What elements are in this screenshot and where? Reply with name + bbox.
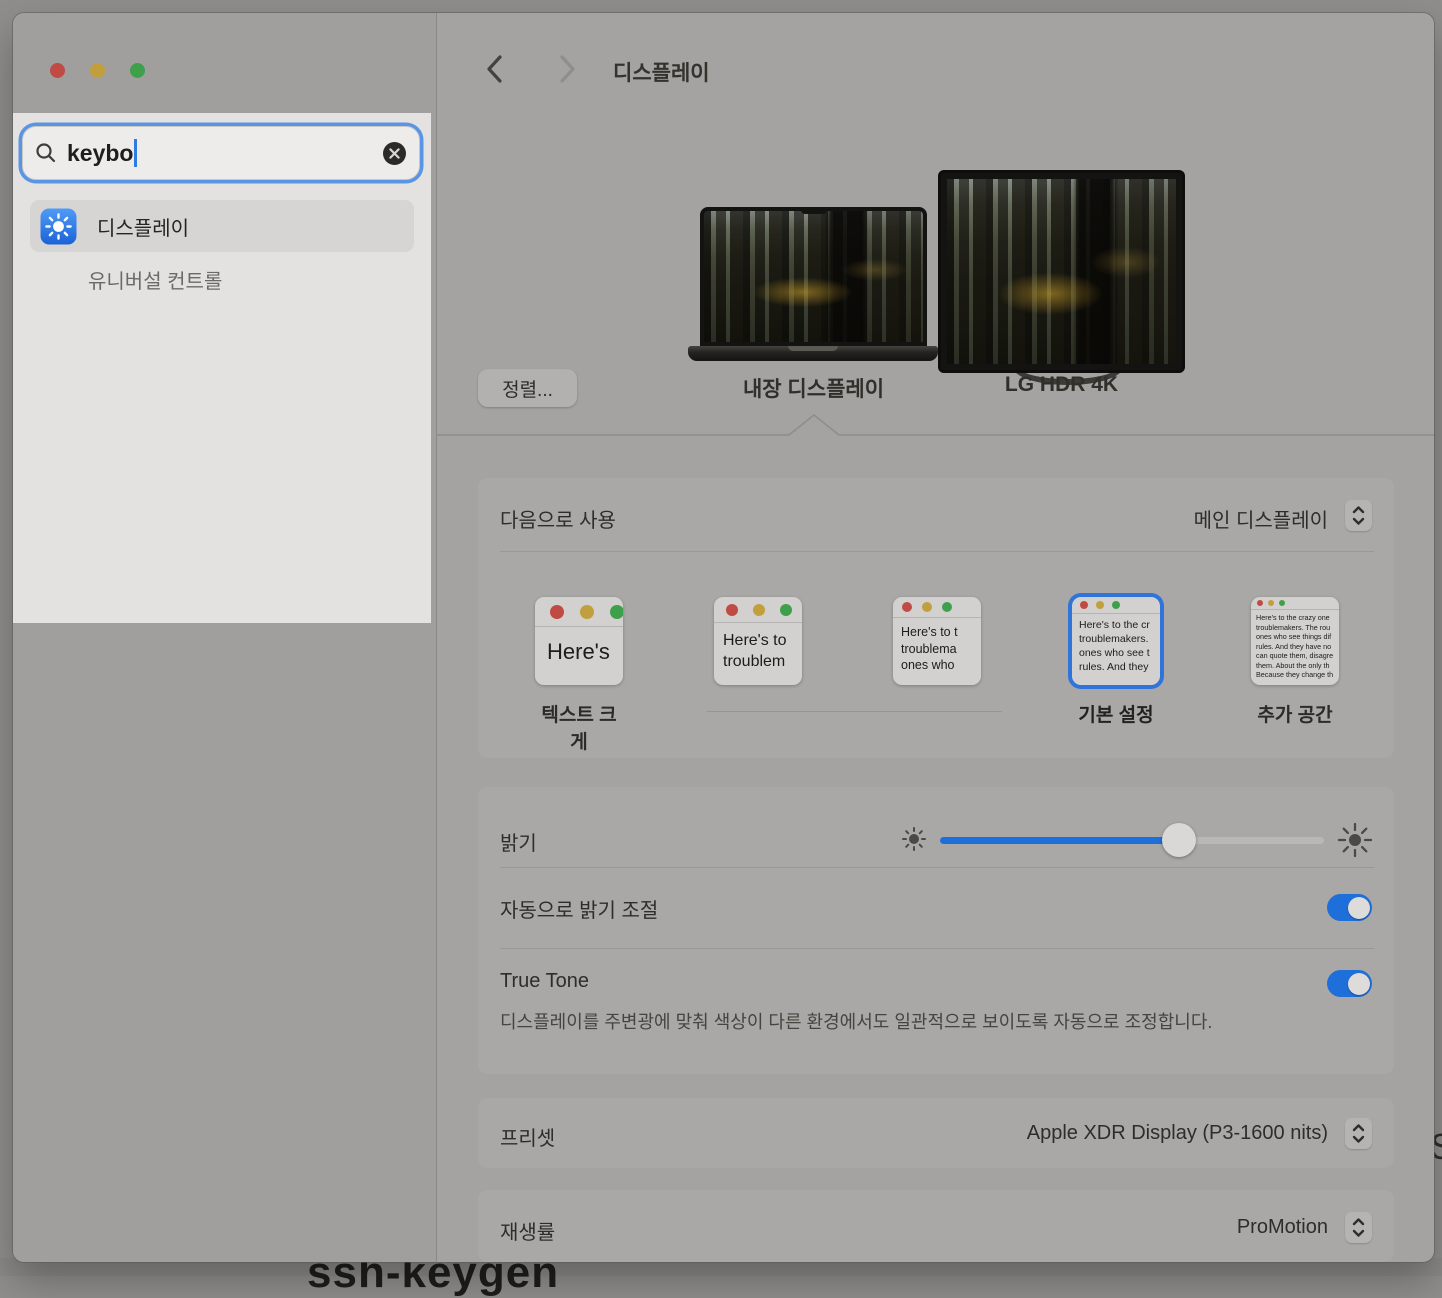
- system-settings-window: keybo: [13, 13, 1434, 1262]
- back-button[interactable]: [481, 53, 509, 85]
- display-brightness-icon: [40, 208, 77, 245]
- refresh-rate-dropdown[interactable]: [1345, 1212, 1372, 1243]
- toggle-knob: [1348, 973, 1370, 995]
- brightness-slider-fill: [940, 837, 1178, 844]
- divider: [500, 551, 1374, 552]
- laptop-base-notch: [788, 346, 838, 351]
- mini-minimize-icon: [1268, 600, 1274, 606]
- auto-brightness-toggle[interactable]: [1327, 894, 1372, 921]
- scaling-label-more-space: 추가 공간: [1243, 700, 1347, 727]
- scaling-option-more-space[interactable]: Here's to the crazy one troublemakers. T…: [1251, 597, 1339, 685]
- scaling-label-larger-text: 텍스트 크게: [535, 700, 623, 754]
- forward-button[interactable]: [553, 53, 581, 85]
- mini-zoom-icon: [1279, 600, 1285, 606]
- true-tone-label: True Tone: [500, 970, 589, 993]
- scaling-sample-text: Here's to t troublema ones who: [893, 618, 981, 674]
- scaling-option-2[interactable]: Here's to troublem: [714, 597, 802, 685]
- brightness-low-icon: [898, 823, 930, 855]
- preset-value: Apple XDR Display (P3-1600 nits): [1027, 1122, 1328, 1145]
- sidebar: keybo: [13, 13, 437, 1262]
- search-text: keybo: [67, 140, 133, 167]
- mini-titlebar: [1072, 597, 1160, 614]
- use-as-value: 메인 디스플레이: [1194, 504, 1328, 533]
- refresh-rate-label: 재생률: [500, 1216, 555, 1245]
- true-tone-toggle[interactable]: [1327, 970, 1372, 997]
- arrange-button-label: 정렬...: [502, 375, 553, 402]
- up-down-chevrons-icon: [1351, 1123, 1366, 1144]
- scaling-sample-text: Here's to troublem: [714, 623, 802, 672]
- mini-titlebar: [893, 597, 981, 618]
- mini-zoom-icon: [942, 602, 952, 612]
- brightness-slider-thumb[interactable]: [1162, 823, 1196, 857]
- divider: [500, 867, 1374, 868]
- scaling-sample-text: Here's: [535, 627, 623, 666]
- toggle-knob: [1348, 897, 1370, 919]
- search-result-display[interactable]: 디스플레이: [30, 200, 414, 252]
- brightness-high-icon: [1335, 820, 1375, 860]
- preset-card: 프리셋 Apple XDR Display (P3-1600 nits): [478, 1098, 1394, 1168]
- scaling-option-default[interactable]: Here's to the cr troublemakers. ones who…: [1072, 597, 1160, 685]
- mini-titlebar: [1251, 597, 1339, 610]
- refresh-rate-value: ProMotion: [1237, 1216, 1328, 1239]
- brightness-slider-track[interactable]: [940, 837, 1324, 844]
- refresh-rate-card: 재생률 ProMotion: [478, 1190, 1394, 1262]
- mini-minimize-icon: [753, 604, 765, 616]
- minimize-button[interactable]: [90, 63, 105, 78]
- search-result-universal-control[interactable]: 유니버설 컨트롤: [88, 265, 222, 294]
- mini-close-icon: [902, 602, 912, 612]
- mini-minimize-icon: [1096, 601, 1104, 609]
- page-title: 디스플레이: [613, 57, 710, 87]
- scaling-sample-text: Here's to the crazy one troublemakers. T…: [1251, 610, 1339, 680]
- divider: [500, 948, 1374, 949]
- mini-minimize-icon: [922, 602, 932, 612]
- preset-label: 프리셋: [500, 1122, 555, 1151]
- brightness-label: 밝기: [500, 827, 537, 856]
- up-down-chevrons-icon: [1351, 1217, 1366, 1238]
- builtin-display-preview[interactable]: [700, 207, 927, 346]
- mini-titlebar: [535, 597, 623, 627]
- mini-zoom-icon: [610, 605, 623, 619]
- builtin-display-label: 내장 디스플레이: [700, 373, 927, 403]
- true-tone-description: 디스플레이를 주변광에 맞춰 색상이 다른 환경에서도 일관적으로 보이도록 자…: [500, 1007, 1245, 1037]
- search-input[interactable]: keybo: [22, 126, 420, 180]
- scaling-option-larger-text[interactable]: Here's: [535, 597, 623, 685]
- preset-dropdown[interactable]: [1345, 1118, 1372, 1149]
- zoom-button[interactable]: [130, 63, 145, 78]
- mini-zoom-icon: [780, 604, 792, 616]
- text-caret: [134, 139, 137, 167]
- external-display-wallpaper: [947, 179, 1176, 364]
- mini-close-icon: [1080, 601, 1088, 609]
- search-result-label: 디스플레이: [97, 212, 189, 241]
- laptop-notch: [801, 207, 827, 214]
- external-display-label: LG HDR 4K: [938, 373, 1185, 397]
- mini-zoom-icon: [1112, 601, 1120, 609]
- scaling-track-line: [707, 711, 1002, 712]
- mini-minimize-icon: [580, 605, 594, 619]
- external-display-preview[interactable]: [938, 170, 1185, 373]
- use-as-dropdown[interactable]: [1345, 500, 1372, 531]
- up-down-chevrons-icon: [1351, 505, 1366, 526]
- use-as-card: 다음으로 사용 메인 디스플레이 Here's Here's to troub: [478, 478, 1394, 758]
- mini-close-icon: [726, 604, 738, 616]
- search-results-panel: keybo: [13, 113, 431, 623]
- use-as-label: 다음으로 사용: [500, 504, 616, 533]
- search-icon: [35, 142, 57, 164]
- scaling-sample-text: Here's to the cr troublemakers. ones who…: [1072, 614, 1160, 674]
- auto-brightness-label: 자동으로 밝기 조절: [500, 894, 658, 923]
- mini-close-icon: [550, 605, 564, 619]
- clear-search-icon[interactable]: [382, 141, 407, 166]
- selected-display-pointer: [437, 411, 1434, 441]
- brightness-card: 밝기 자동으로 밝기 조절: [478, 787, 1394, 1074]
- mini-titlebar: [714, 597, 802, 623]
- scaling-label-default: 기본 설정: [1064, 700, 1168, 727]
- mini-close-icon: [1257, 600, 1263, 606]
- arrange-button[interactable]: 정렬...: [478, 369, 577, 407]
- scaling-option-3[interactable]: Here's to t troublema ones who: [893, 597, 981, 685]
- close-button[interactable]: [50, 63, 65, 78]
